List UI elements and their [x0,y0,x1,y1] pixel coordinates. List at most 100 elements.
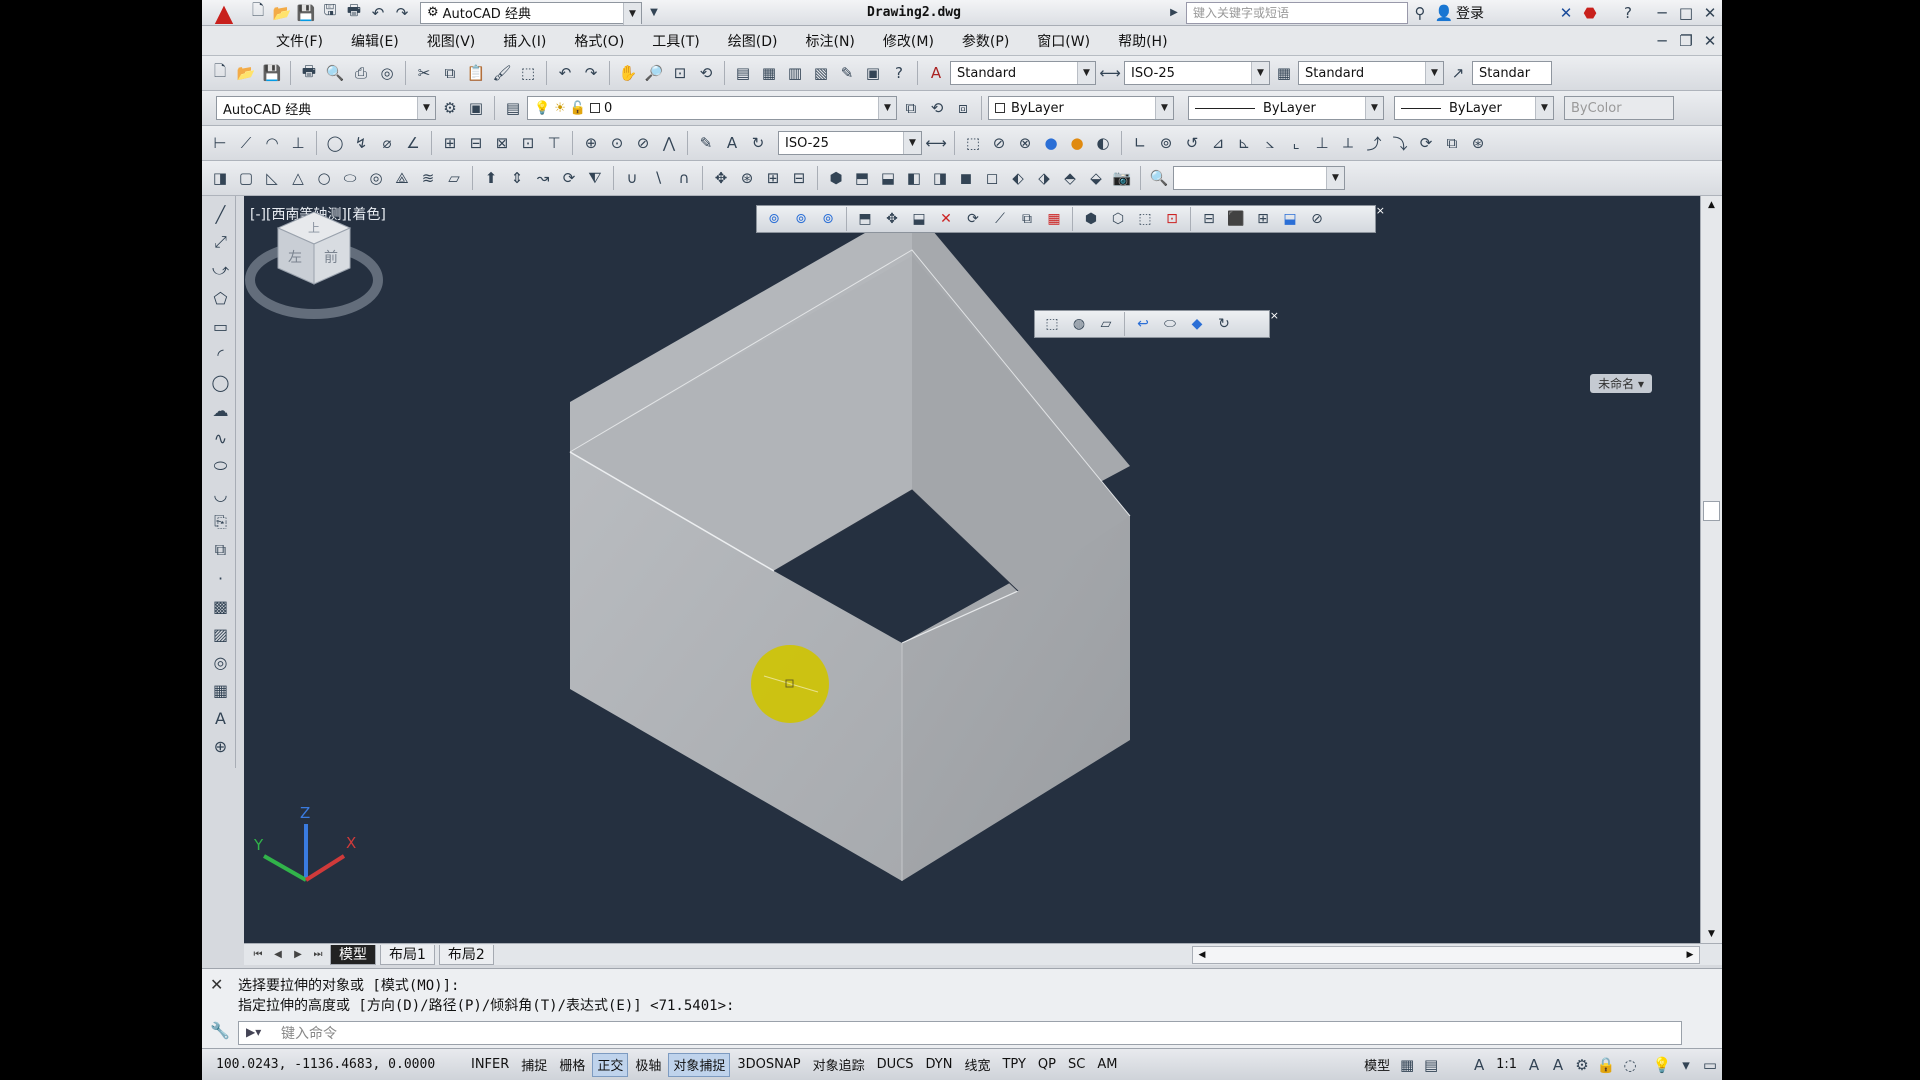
tool-palettes-icon[interactable]: ▥ [783,61,807,85]
minimize-window-icon[interactable]: ─ [1650,1,1674,25]
application-menu-button[interactable]: ▲ [202,0,246,27]
workspace-combo[interactable]: AutoCAD 经典 ▼ [216,96,436,120]
sheet-set-icon[interactable]: ▧ [809,61,833,85]
color-faces-icon[interactable]: ▦ [1041,207,1067,231]
annotation-scale[interactable]: 1:1 [1491,1053,1522,1077]
linear-dim-icon[interactable]: ⊢ [208,131,232,155]
block-editor-icon[interactable]: ⬚ [516,61,540,85]
text-style-select[interactable]: Standard ▼ [950,61,1096,85]
scroll-up-icon[interactable]: ▲ [1701,196,1722,214]
2d-wireframe-icon[interactable]: ⬚ [961,131,985,155]
planar-icon[interactable]: ▱ [1093,312,1119,336]
ucs-x-icon[interactable]: ⤴ [1362,131,1386,155]
close-command-icon[interactable]: ✕ [210,975,223,994]
make-current-icon[interactable]: ⧉ [899,96,923,120]
user-icon[interactable]: 👤 [1432,1,1456,25]
box-icon[interactable]: ▢ [234,166,258,190]
check-icon[interactable]: ⊞ [1250,207,1276,231]
menu-modify[interactable]: 修改(M) [869,31,948,51]
revolve-icon[interactable]: ↩ [1130,312,1156,336]
realistic-icon[interactable]: ⊗ [1013,131,1037,155]
pan-icon[interactable]: ✋ [616,61,640,85]
layer-properties-icon[interactable]: ▤ [501,96,525,120]
lineweight-select[interactable]: ByLayer ▼ [1394,96,1554,120]
last-tab-icon[interactable]: ⏭ [310,947,326,963]
copy-edges-icon[interactable]: ⬢ [1078,207,1104,231]
center-mark-icon[interactable]: ⊙ [605,131,629,155]
ne-iso-icon[interactable]: ⬘ [1058,166,1082,190]
menu-insert[interactable]: 插入(I) [489,31,560,51]
qnew-icon[interactable]: 🗋 [208,61,232,85]
clean-icon[interactable]: ⊡ [1159,207,1185,231]
next-tab-icon[interactable]: ▶ [290,947,306,963]
scroll-right-icon[interactable]: ▶ [1681,947,1699,963]
quick-view-layouts-icon[interactable]: ▦ [1395,1053,1419,1077]
vertical-scrollbar[interactable]: ▲ ▼ [1700,196,1722,943]
ordinate-dim-icon[interactable]: ⊥ [286,131,310,155]
wedge-icon[interactable]: ◺ [260,166,284,190]
3d-dwf-icon[interactable]: ◎ [375,61,399,85]
zoom-window-icon[interactable]: ⊡ [668,61,692,85]
workspace-switch-icon[interactable]: ⚙ [1570,1053,1594,1077]
intersect-icon[interactable]: ∩ [672,166,696,190]
ucs-origin-icon[interactable]: ⌞ [1284,131,1308,155]
status-toggle-am[interactable]: AM [1092,1053,1122,1077]
menu-parametric[interactable]: 参数(P) [948,31,1023,51]
polygon-icon[interactable]: ⬠ [208,286,234,310]
subtract-icon[interactable]: ∖ [646,166,670,190]
undo-icon[interactable]: ↶ [366,1,390,25]
close-icon[interactable]: × [1270,309,1279,322]
apply-ucs-icon[interactable]: ⧉ [1440,131,1464,155]
3d-align-icon[interactable]: ⊞ [761,166,785,190]
render-icon[interactable]: ⬢ [824,166,848,190]
command-input[interactable]: 键入命令 [238,1021,1682,1045]
arc-icon[interactable]: ◜ [208,342,234,366]
status-toggle-3dosnap[interactable]: 3DOSNAP [732,1053,805,1077]
3d-move-icon[interactable]: ✥ [709,166,733,190]
ucs-menu-button[interactable]: 未命名 ▾ [1590,374,1652,393]
status-toggle-infer[interactable]: INFER [466,1053,514,1077]
delete-faces-icon[interactable]: ✕ [933,207,959,231]
scroll-thumb[interactable] [1703,501,1720,521]
ucs-z-axis-icon[interactable]: ⊥ [1310,131,1334,155]
union-icon[interactable]: ⊚ [761,207,787,231]
se-iso-icon[interactable]: ⬗ [1032,166,1056,190]
redo-icon[interactable]: ↷ [390,1,414,25]
polyline-icon[interactable]: ⤻ [208,258,234,282]
zoom-realtime-icon[interactable]: 🔎 [642,61,666,85]
visual-styles-manager-icon[interactable]: ◐ [1091,131,1115,155]
layer-previous-icon[interactable]: ⟲ [925,96,949,120]
paste-icon[interactable]: 📋 [464,61,488,85]
binoculars-icon[interactable]: ⚲ [1408,1,1432,25]
status-toggle-ducs[interactable]: DUCS [872,1053,919,1077]
spline-icon[interactable]: ∿ [208,426,234,450]
dim-style-select[interactable]: ISO-25 ▼ [1124,61,1270,85]
app-store-icon[interactable]: ⬣ [1578,1,1602,25]
menu-edit[interactable]: 编辑(E) [337,31,413,51]
dim-break-icon[interactable]: ⊤ [542,131,566,155]
presspull-icon[interactable]: ⇕ [505,166,529,190]
top-view-icon[interactable]: ⬒ [850,166,874,190]
back-view-icon[interactable]: ◻ [980,166,1004,190]
toolbar-lock-icon[interactable]: 🔒 [1594,1053,1618,1077]
layer-select[interactable]: 💡 ☀ 🔓 0 ▼ [527,96,897,120]
3d-array-icon[interactable]: ⊟ [787,166,811,190]
sphere-icon[interactable]: ○ [312,166,336,190]
intersect-icon[interactable]: ⊚ [815,207,841,231]
zoom-icon[interactable]: 🔍 [1147,166,1171,190]
helix-icon[interactable]: ↻ [1211,312,1237,336]
line-icon[interactable]: ╱ [208,202,234,226]
polysolid-icon[interactable]: ◨ [208,166,232,190]
tolerance-icon[interactable]: ⊕ [579,131,603,155]
loft-icon[interactable]: ◆ [1184,312,1210,336]
dim-style-manager-icon[interactable]: ⟷ [924,131,948,155]
undo-icon[interactable]: ↶ [553,61,577,85]
make-block-icon[interactable]: ⧉ [208,538,234,562]
insert-block-icon[interactable]: ⎘ [208,510,234,534]
menu-format[interactable]: 格式(O) [560,31,638,51]
union-icon[interactable]: ∪ [620,166,644,190]
workspace-settings-icon[interactable]: ⚙ [438,96,462,120]
status-menu-icon[interactable]: ▾ [1674,1053,1698,1077]
doc-close-icon[interactable]: ✕ [1698,29,1722,53]
horizontal-scrollbar[interactable]: ◀ ▶ [1192,946,1700,964]
